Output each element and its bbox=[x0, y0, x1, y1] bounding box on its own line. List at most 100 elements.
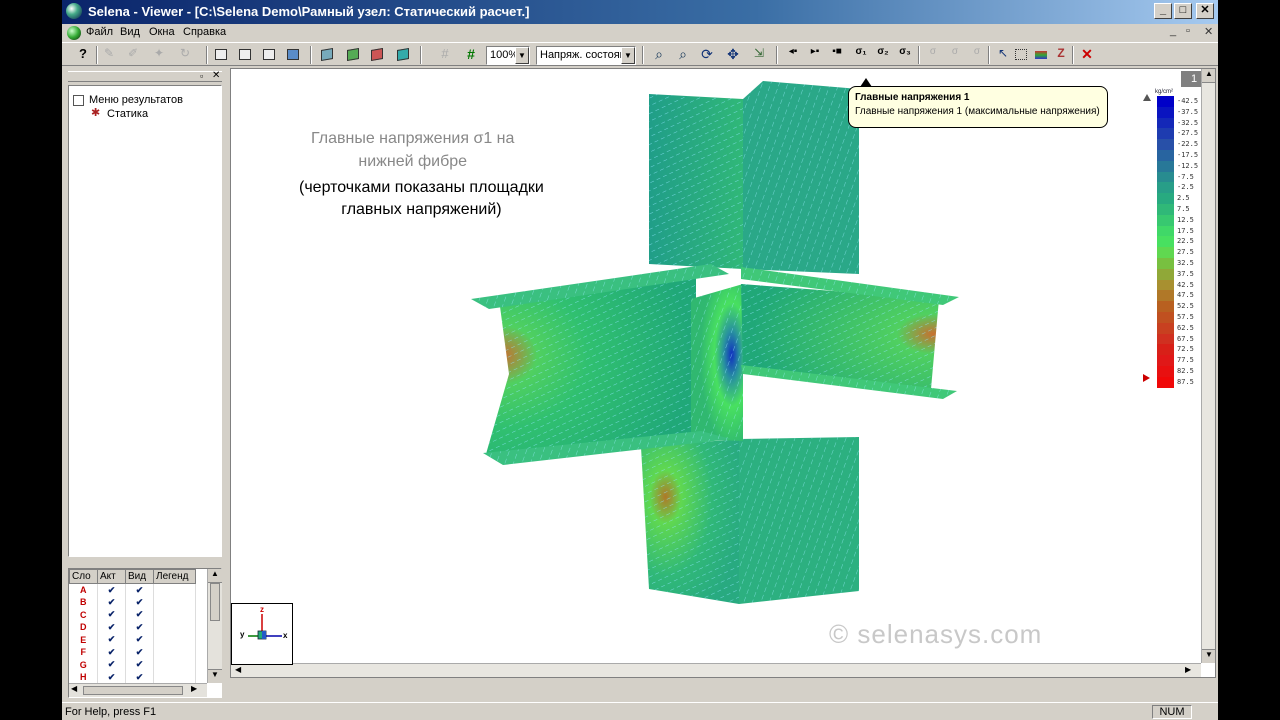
grid-off-icon[interactable]: # bbox=[436, 46, 454, 64]
layers-vertical-scrollbar[interactable]: ▲ ▼ bbox=[207, 569, 222, 683]
stress-option-2-icon[interactable]: σ bbox=[946, 46, 964, 64]
export-icon[interactable] bbox=[260, 46, 278, 64]
layer-active-check[interactable]: ✔ bbox=[97, 633, 126, 646]
viewport-vertical-scrollbar[interactable]: ▲ ▼ bbox=[1201, 69, 1215, 663]
menu-view[interactable]: Вид bbox=[120, 26, 140, 38]
arrow-right-icon[interactable]: ▸▪ bbox=[806, 46, 824, 64]
layer-visible-check[interactable]: ✔ bbox=[125, 646, 154, 659]
pan-icon[interactable]: ✥ bbox=[724, 46, 742, 64]
layer-visible-check[interactable]: ✔ bbox=[125, 658, 154, 671]
zoom-in-icon[interactable]: ⌕ bbox=[650, 46, 668, 64]
layer-active-check[interactable]: ✔ bbox=[97, 608, 126, 621]
stress-option-3-icon[interactable]: σ bbox=[968, 46, 986, 64]
chart-icon[interactable]: Z bbox=[1052, 46, 1070, 64]
viewport-horizontal-scrollbar[interactable]: ◀ ▶ bbox=[231, 663, 1201, 677]
layer-legend-cell[interactable] bbox=[153, 633, 196, 646]
print-icon[interactable] bbox=[212, 46, 230, 64]
print-preview-icon[interactable] bbox=[236, 46, 254, 64]
principal-stress-3-icon[interactable]: σ₃ bbox=[896, 46, 914, 64]
layer-visible-check[interactable]: ✔ bbox=[125, 671, 154, 684]
layers-header-active[interactable]: Акт bbox=[97, 569, 126, 584]
cube-front-icon[interactable] bbox=[318, 46, 336, 64]
scroll-up-icon[interactable]: ▲ bbox=[1202, 69, 1215, 83]
tooltip-text: Главные напряжения 1 (максимальные напря… bbox=[855, 106, 1100, 117]
menu-file[interactable]: Файл bbox=[86, 26, 113, 38]
arrow-left-icon[interactable]: ◂▪ bbox=[784, 46, 802, 64]
node-icon[interactable]: ✦ bbox=[154, 46, 172, 64]
close-button[interactable]: ✕ bbox=[1196, 3, 1214, 19]
cube-top-icon[interactable] bbox=[368, 46, 386, 64]
layer-legend-cell[interactable] bbox=[153, 583, 196, 596]
layer-visible-check[interactable]: ✔ bbox=[125, 633, 154, 646]
layers-header-view[interactable]: Вид bbox=[125, 569, 154, 584]
layer-legend-cell[interactable] bbox=[153, 658, 196, 671]
mdi-close-button[interactable]: ✕ bbox=[1204, 25, 1213, 38]
tree-node-results-menu[interactable]: Меню результатов bbox=[89, 94, 183, 106]
tree-node-statics[interactable]: Статика bbox=[107, 108, 148, 120]
zoom-select[interactable]: 100% ▼ bbox=[486, 46, 530, 65]
minimize-button[interactable]: _ bbox=[1154, 3, 1172, 19]
panel-close-icon[interactable]: ✕ bbox=[212, 70, 220, 81]
maximize-button[interactable]: □ bbox=[1174, 3, 1192, 19]
rotate-node-icon[interactable]: ↻ bbox=[180, 46, 198, 64]
close-result-icon[interactable]: ✕ bbox=[1078, 46, 1096, 64]
pen-icon[interactable]: ✐ bbox=[128, 46, 146, 64]
fit-view-icon[interactable]: ⇲ bbox=[750, 46, 768, 64]
legend-value-label: 67.5 bbox=[1177, 334, 1194, 343]
mdi-restore-button[interactable]: ▫ bbox=[1186, 25, 1190, 37]
scroll-up-icon[interactable]: ▲ bbox=[208, 569, 222, 583]
layer-active-check[interactable]: ✔ bbox=[97, 583, 126, 596]
toolbar-separator bbox=[96, 46, 98, 64]
layer-legend-cell[interactable] bbox=[153, 608, 196, 621]
color-bar-icon[interactable] bbox=[1032, 46, 1050, 64]
model-viewport[interactable]: Главные напряжения σ1 на нижней фибре (ч… bbox=[230, 68, 1216, 678]
monitor-icon[interactable] bbox=[284, 46, 302, 64]
rotate-view-icon[interactable]: ⟳ bbox=[698, 46, 716, 64]
scroll-left-icon[interactable]: ◀ bbox=[235, 665, 241, 674]
layer-legend-cell[interactable] bbox=[153, 596, 196, 609]
layer-legend-cell[interactable] bbox=[153, 621, 196, 634]
layer-legend-cell[interactable] bbox=[153, 646, 196, 659]
scroll-thumb[interactable] bbox=[210, 583, 220, 621]
stress-option-1-icon[interactable]: σ bbox=[924, 46, 942, 64]
selection-box-icon[interactable] bbox=[1012, 46, 1030, 64]
help-icon[interactable]: ? bbox=[74, 46, 92, 64]
legend-swatch bbox=[1157, 236, 1174, 248]
principal-stress-2-icon[interactable]: σ₂ bbox=[874, 46, 892, 64]
scroll-right-icon[interactable]: ▶ bbox=[191, 684, 197, 693]
panel-restore-icon[interactable]: ▫ bbox=[200, 71, 203, 81]
layer-active-check[interactable]: ✔ bbox=[97, 658, 126, 671]
principal-stress-1-icon[interactable]: σ₁ bbox=[852, 46, 870, 64]
edit-icon[interactable]: ✎ bbox=[104, 46, 122, 64]
scroll-right-icon[interactable]: ▶ bbox=[1185, 665, 1191, 674]
legend-value-label: 42.5 bbox=[1177, 280, 1194, 289]
mdi-minimize-button[interactable]: _ bbox=[1170, 25, 1176, 37]
scroll-down-icon[interactable]: ▼ bbox=[208, 669, 222, 683]
grid-icon[interactable]: # bbox=[462, 46, 480, 64]
result-mode-select[interactable]: Напряж. состояни ▼ bbox=[536, 46, 636, 65]
layer-visible-check[interactable]: ✔ bbox=[125, 608, 154, 621]
fill-icon[interactable]: ▪■ bbox=[828, 46, 846, 64]
scroll-down-icon[interactable]: ▼ bbox=[1202, 649, 1215, 663]
menu-windows[interactable]: Окна bbox=[149, 26, 175, 38]
layer-visible-check[interactable]: ✔ bbox=[125, 621, 154, 634]
panel-grip[interactable] bbox=[68, 71, 222, 82]
layer-visible-check[interactable]: ✔ bbox=[125, 583, 154, 596]
zoom-out-icon[interactable]: ⌕ bbox=[674, 46, 692, 64]
cube-iso-icon[interactable] bbox=[394, 46, 412, 64]
scroll-left-icon[interactable]: ◀ bbox=[71, 684, 77, 693]
layer-active-check[interactable]: ✔ bbox=[97, 646, 126, 659]
layers-header-layer[interactable]: Сло bbox=[69, 569, 98, 584]
select-cursor-icon[interactable]: ↖ bbox=[994, 46, 1012, 64]
scroll-thumb[interactable] bbox=[83, 686, 183, 695]
menu-help[interactable]: Справка bbox=[183, 26, 226, 38]
legend-value-label: 57.5 bbox=[1177, 313, 1194, 321]
layer-legend-cell[interactable] bbox=[153, 671, 196, 684]
layer-active-check[interactable]: ✔ bbox=[97, 596, 126, 609]
cube-side-icon[interactable] bbox=[344, 46, 362, 64]
layers-horizontal-scrollbar[interactable]: ◀ ▶ bbox=[69, 683, 207, 697]
layer-active-check[interactable]: ✔ bbox=[97, 671, 126, 684]
layer-visible-check[interactable]: ✔ bbox=[125, 596, 154, 609]
layer-active-check[interactable]: ✔ bbox=[97, 621, 126, 634]
layers-header-legend[interactable]: Легенд bbox=[153, 569, 196, 584]
